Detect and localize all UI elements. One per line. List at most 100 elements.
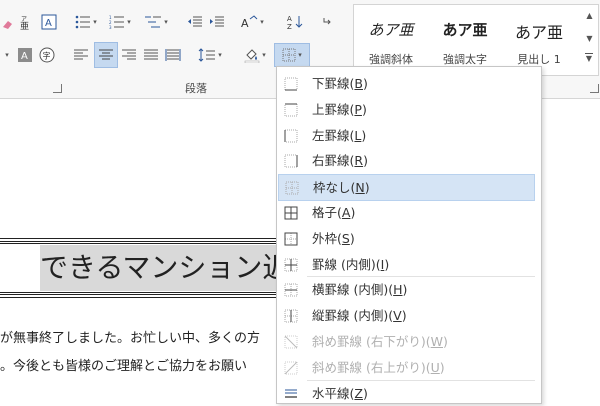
align-right-icon[interactable]: [120, 45, 138, 65]
styles-scroll[interactable]: ▲ ▼ ▼: [581, 4, 599, 76]
all-borders-icon: [284, 205, 298, 220]
body-text-line[interactable]: 。今後とも皆様のご理解とご協力をお願い: [0, 355, 247, 374]
borders-menu-item-label: 水平線(Z): [312, 381, 368, 406]
borders-button[interactable]: ▾: [274, 43, 310, 67]
menu-item-text: 上罫線: [312, 101, 350, 117]
align-center-icon[interactable]: [94, 42, 118, 68]
style-preview: あア亜: [442, 21, 488, 39]
menu-item-text: 外枠: [312, 230, 338, 246]
font-dropdown-arrow[interactable]: ▾: [0, 45, 12, 65]
borders-menu-item[interactable]: 縦罫線 (内側)(V): [278, 303, 535, 328]
borders-menu-item-label: 斜め罫線 (右上がり)(U): [312, 355, 445, 380]
character-border-icon[interactable]: A: [40, 12, 58, 32]
justify-icon[interactable]: [142, 45, 160, 65]
shading-button[interactable]: ▾: [240, 45, 270, 65]
phonetic-guide-icon[interactable]: ア亜: [18, 12, 36, 32]
inside-borders-icon: [284, 257, 298, 272]
eraser-icon[interactable]: [0, 14, 14, 34]
borders-menu-item[interactable]: 格子(A): [278, 200, 535, 225]
borders-menu-item-label: 罫線 (内側)(I): [312, 252, 389, 277]
borders-menu-item[interactable]: 横罫線 (内側)(H): [278, 277, 535, 302]
style-preview: あア亜: [368, 21, 414, 39]
svg-text:A: A: [287, 15, 292, 23]
borders-menu-item[interactable]: 下罫線(B): [278, 71, 535, 96]
menu-item-access-key: (N): [350, 180, 370, 196]
menu-item-access-key: (B): [349, 76, 368, 91]
menu-item-text: 左罫線: [312, 127, 350, 143]
borders-menu-item-label: 左罫線(L): [312, 123, 366, 148]
menu-item-access-key: (R): [349, 153, 368, 169]
bullets-button[interactable]: ▾: [72, 12, 100, 32]
menu-item-text: 罫線 (内側): [312, 256, 376, 272]
border-left-icon: [284, 128, 298, 143]
menu-item-text: 水平線: [312, 385, 350, 401]
menu-item-text: 格子: [312, 205, 338, 220]
styles-dialog-launcher-icon[interactable]: [590, 84, 599, 93]
border-bottom-icon: [284, 76, 298, 91]
menu-item-text: 下罫線: [312, 76, 350, 91]
borders-menu-item[interactable]: 外枠(S): [278, 226, 535, 251]
borders-menu-item[interactable]: 水平線(Z): [278, 381, 535, 406]
svg-text:3: 3: [109, 25, 112, 29]
borders-menu-item-label: 斜め罫線 (右下がり)(W): [312, 329, 448, 354]
sort-icon[interactable]: AZ: [286, 12, 304, 32]
borders-menu-item[interactable]: 枠なし(N): [278, 174, 535, 202]
menu-item-access-key: (W): [425, 334, 448, 349]
svg-text:A: A: [45, 18, 52, 29]
style-emphasis-bold[interactable]: あア亜 強調太字: [428, 5, 502, 75]
character-shading-icon[interactable]: A: [16, 45, 34, 65]
style-name: 強調太字: [443, 53, 487, 66]
svg-text:字: 字: [43, 51, 51, 61]
borders-menu-item-label: 横罫線 (内側)(H): [312, 277, 407, 302]
inside-vertical-border-icon: [284, 308, 298, 323]
style-heading-1[interactable]: あア亜 見出し 1: [502, 5, 576, 75]
scroll-down-icon[interactable]: ▼: [581, 34, 598, 43]
borders-menu-item[interactable]: 上罫線(P): [278, 97, 535, 122]
borders-menu-item[interactable]: 右罫線(R): [278, 148, 535, 173]
borders-menu: 下罫線(B) 上罫線(P) 左罫線(L) 右罫線(R) 枠なし(N) 格子(A) 外枠(S)…: [276, 66, 542, 404]
menu-item-access-key: (Z): [349, 385, 368, 401]
style-name: 強調斜体: [369, 53, 413, 66]
document-heading[interactable]: できるマンション近: [40, 245, 299, 291]
more-styles-icon[interactable]: ▼: [585, 53, 593, 63]
align-left-icon[interactable]: [72, 45, 90, 65]
scroll-up-icon[interactable]: ▲: [581, 11, 598, 20]
border-right-icon: [284, 153, 298, 168]
decrease-indent-icon[interactable]: [186, 12, 204, 32]
menu-item-text: 斜め罫線 (右上がり): [312, 359, 426, 375]
svg-text:A: A: [241, 17, 249, 29]
svg-text:Z: Z: [287, 23, 292, 30]
body-text-line[interactable]: が無事終了しました。お忙しい中、多くの方: [0, 327, 260, 346]
no-border-icon: [285, 180, 299, 195]
borders-menu-item-label: 右罫線(R): [312, 148, 368, 173]
borders-menu-item-label: 枠なし(N): [313, 175, 370, 200]
menu-item-text: 横罫線 (内側): [312, 282, 389, 298]
line-spacing-button[interactable]: ▾: [194, 45, 226, 65]
menu-item-text: 右罫線: [312, 153, 350, 169]
font-dialog-launcher-icon[interactable]: [53, 84, 62, 93]
numbering-button[interactable]: 1 2 3 ▾: [106, 12, 134, 32]
menu-item-text: 縦罫線 (内側): [312, 308, 389, 324]
inside-horizontal-border-icon: [284, 282, 298, 297]
menu-item-access-key: (S): [337, 230, 355, 246]
borders-menu-item[interactable]: 左罫線(L): [278, 123, 535, 148]
distributed-icon[interactable]: [164, 45, 182, 65]
heading-text: できるマンション: [40, 251, 263, 284]
style-preview: あア亜: [514, 23, 563, 42]
enclose-characters-icon[interactable]: 字: [38, 45, 56, 65]
borders-menu-item-label: 格子(A): [312, 200, 355, 225]
paragraph-group-label: 段落: [185, 82, 207, 95]
show-paragraph-marks-icon[interactable]: [318, 12, 336, 32]
menu-item-text: 枠なし: [313, 180, 351, 196]
borders-menu-item-label: 下罫線(B): [312, 71, 368, 96]
menu-item-access-key: (H): [388, 282, 408, 298]
style-emphasis-italic[interactable]: あア亜 強調斜体: [354, 5, 428, 75]
menu-item-access-key: (A): [337, 205, 356, 220]
text-direction-button[interactable]: A ▾: [236, 12, 268, 32]
borders-menu-item[interactable]: 罫線 (内側)(I): [278, 252, 535, 277]
menu-item-text: 斜め罫線 (右下がり): [312, 334, 426, 349]
multilevel-list-button[interactable]: ▾: [140, 12, 172, 32]
menu-item-access-key: (P): [349, 101, 367, 117]
borders-menu-item: 斜め罫線 (右上がり)(U): [278, 355, 535, 380]
increase-indent-icon[interactable]: [208, 12, 226, 32]
